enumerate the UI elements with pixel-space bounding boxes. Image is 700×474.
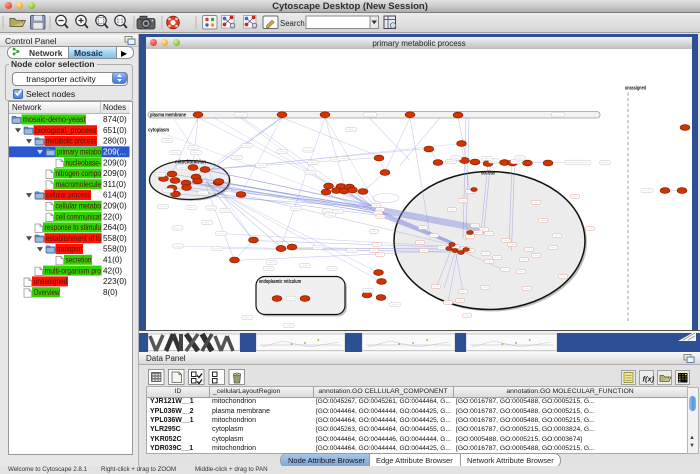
svg-text:unassigned: unassigned: [625, 85, 646, 91]
svg-text:primary metabo: primary metabo: [57, 146, 101, 156]
svg-text:response to stimulu: response to stimulu: [45, 222, 102, 232]
svg-text:42(0): 42(0): [103, 266, 122, 275]
svg-text:nucleus: nucleus: [481, 170, 495, 176]
svg-text:plasma membrane: plasma membrane: [150, 112, 186, 118]
svg-text:cellular metabo: cellular metabo: [56, 200, 102, 210]
svg-text:nucleobase-: nucleobase-: [66, 157, 102, 167]
svg-text:1:1: 1:1: [117, 19, 124, 25]
svg-text:209(0): 209(0): [103, 201, 127, 210]
svg-text:651(0): 651(0): [103, 125, 127, 134]
svg-text:280(0): 280(0): [103, 136, 127, 145]
svg-text:Overview: Overview: [34, 286, 61, 296]
svg-text:multi-organism pro: multi-organism pro: [45, 265, 102, 275]
svg-text:558(0): 558(0): [103, 233, 127, 242]
svg-text:22(0): 22(0): [103, 212, 122, 221]
svg-text:endoplasmic reticulum: endoplasmic reticulum: [259, 279, 301, 285]
svg-text:metabolic process: metabolic process: [46, 135, 97, 145]
svg-text:874(0): 874(0): [103, 115, 127, 124]
svg-text:cell communicat: cell communicat: [56, 211, 102, 221]
svg-text:264(0): 264(0): [103, 223, 127, 232]
svg-text:cellular process: cellular process: [46, 189, 91, 199]
svg-text:614(0): 614(0): [103, 190, 127, 199]
svg-text:macromolecule: macromolecule: [56, 178, 102, 188]
svg-text:8(0): 8(0): [103, 287, 118, 296]
svg-text:mosaic-demo-yeast: mosaic-demo-yeast: [23, 114, 86, 124]
svg-text:establishment of lo: establishment of lo: [46, 232, 101, 242]
svg-text:nitrogen compo: nitrogen compo: [56, 168, 102, 178]
svg-text:Search:: Search:: [280, 19, 307, 28]
svg-text:311(0): 311(0): [103, 179, 126, 188]
svg-text:558(0): 558(0): [103, 244, 127, 253]
svg-text:transport: transport: [57, 243, 83, 253]
svg-text:41(0): 41(0): [103, 255, 122, 264]
svg-text:f(x): f(x): [643, 375, 655, 384]
svg-text:secretion: secretion: [66, 254, 92, 264]
svg-text:cytoplasm: cytoplasm: [148, 127, 169, 133]
svg-text:209(...: 209(...: [103, 147, 126, 156]
svg-text:unassigned: unassigned: [34, 276, 68, 286]
svg-text:209(0): 209(0): [103, 169, 127, 178]
svg-text:biological_process: biological_process: [35, 124, 97, 134]
svg-text:223(0): 223(0): [103, 277, 127, 286]
svg-text:209(0): 209(0): [103, 158, 127, 167]
